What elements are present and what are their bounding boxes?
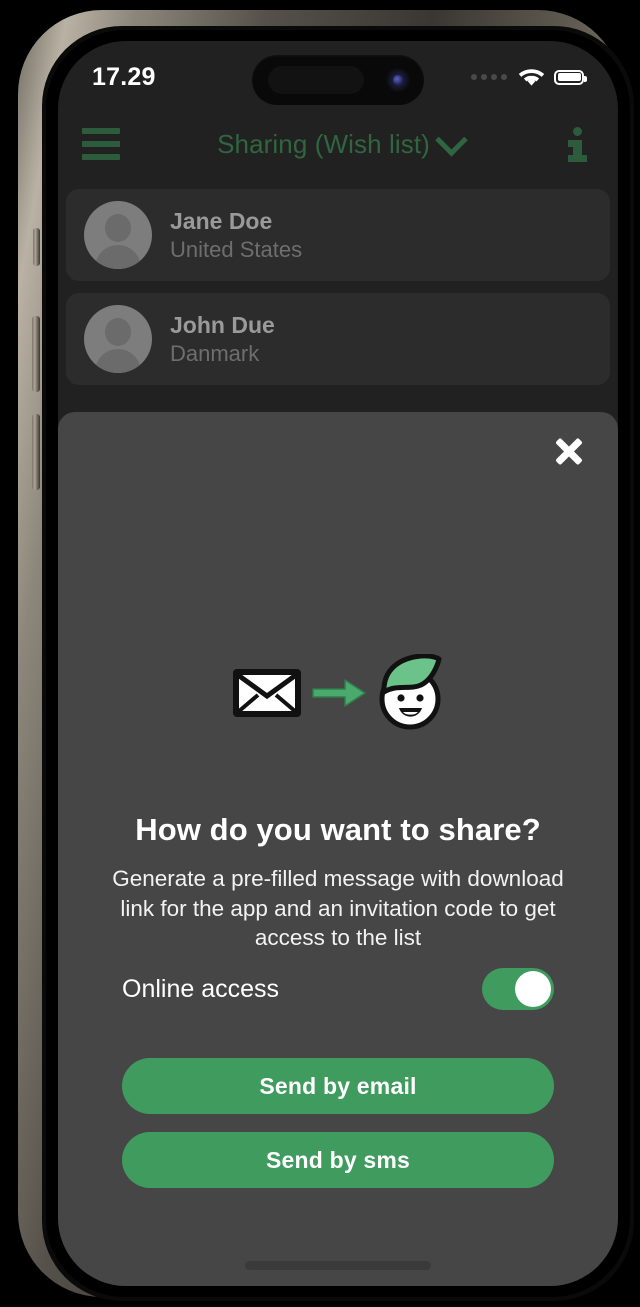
earpiece-speaker (268, 66, 364, 94)
online-access-row: Online access (122, 968, 554, 1010)
chevron-down-icon (435, 123, 468, 157)
home-indicator[interactable] (245, 1261, 431, 1270)
close-icon[interactable] (552, 434, 586, 468)
page-title: Sharing (Wish list) (217, 128, 430, 159)
hamburger-menu-icon[interactable] (82, 128, 120, 160)
status-bar-clock: 17.29 (92, 62, 156, 91)
send-by-email-button[interactable]: Send by email (122, 1058, 554, 1114)
info-icon[interactable] (560, 126, 594, 162)
app-header: Sharing (Wish list) (58, 113, 618, 175)
status-bar-indicators (471, 68, 587, 87)
share-illustration (58, 654, 618, 732)
contact-name: John Due (170, 311, 275, 338)
sheet-action-buttons: Send by email Send by sms (122, 1058, 554, 1188)
arrow-right-icon (312, 679, 366, 707)
volume-up-button[interactable] (32, 316, 40, 392)
phone-screen: 17.29 Sharing (Wish list) Jane Doe Unite… (58, 41, 618, 1286)
screenshot-stage: 17.29 Sharing (Wish list) Jane Doe Unite… (0, 0, 640, 1307)
list-item-text: Jane Doe United States (170, 208, 302, 263)
list-item-text: John Due Danmark (170, 312, 275, 367)
envelope-icon (233, 669, 301, 717)
contact-country: United States (170, 237, 303, 263)
share-bottom-sheet: How do you want to share? Generate a pre… (58, 412, 618, 1286)
contact-country: Danmark (170, 341, 260, 367)
cellular-dots-icon (471, 74, 507, 80)
contact-name: Jane Doe (170, 207, 273, 234)
person-placeholder-avatar (84, 201, 152, 269)
person-face-green-hair-icon (379, 654, 442, 730)
sheet-description: Generate a pre-filled message with downl… (112, 866, 564, 951)
battery-full-icon (554, 69, 587, 85)
online-access-label: Online access (122, 974, 280, 1003)
contact-list: Jane Doe United States John Due Danmark (58, 189, 618, 397)
phone-frame: 17.29 Sharing (Wish list) Jane Doe Unite… (18, 10, 634, 1301)
send-by-sms-button[interactable]: Send by sms (122, 1132, 554, 1188)
toggle-knob (515, 971, 551, 1007)
header-title-dropdown[interactable]: Sharing (Wish list) (120, 123, 560, 160)
list-item[interactable]: Jane Doe United States (66, 189, 610, 281)
silent-switch-button[interactable] (33, 228, 40, 266)
person-placeholder-avatar (84, 305, 152, 373)
volume-down-button[interactable] (32, 414, 40, 490)
list-item[interactable]: John Due Danmark (66, 293, 610, 385)
online-access-toggle[interactable] (482, 968, 554, 1010)
wifi-icon (518, 68, 545, 86)
front-camera-icon (386, 68, 410, 92)
sheet-title: How do you want to share? (135, 812, 541, 847)
dynamic-island (252, 55, 424, 105)
